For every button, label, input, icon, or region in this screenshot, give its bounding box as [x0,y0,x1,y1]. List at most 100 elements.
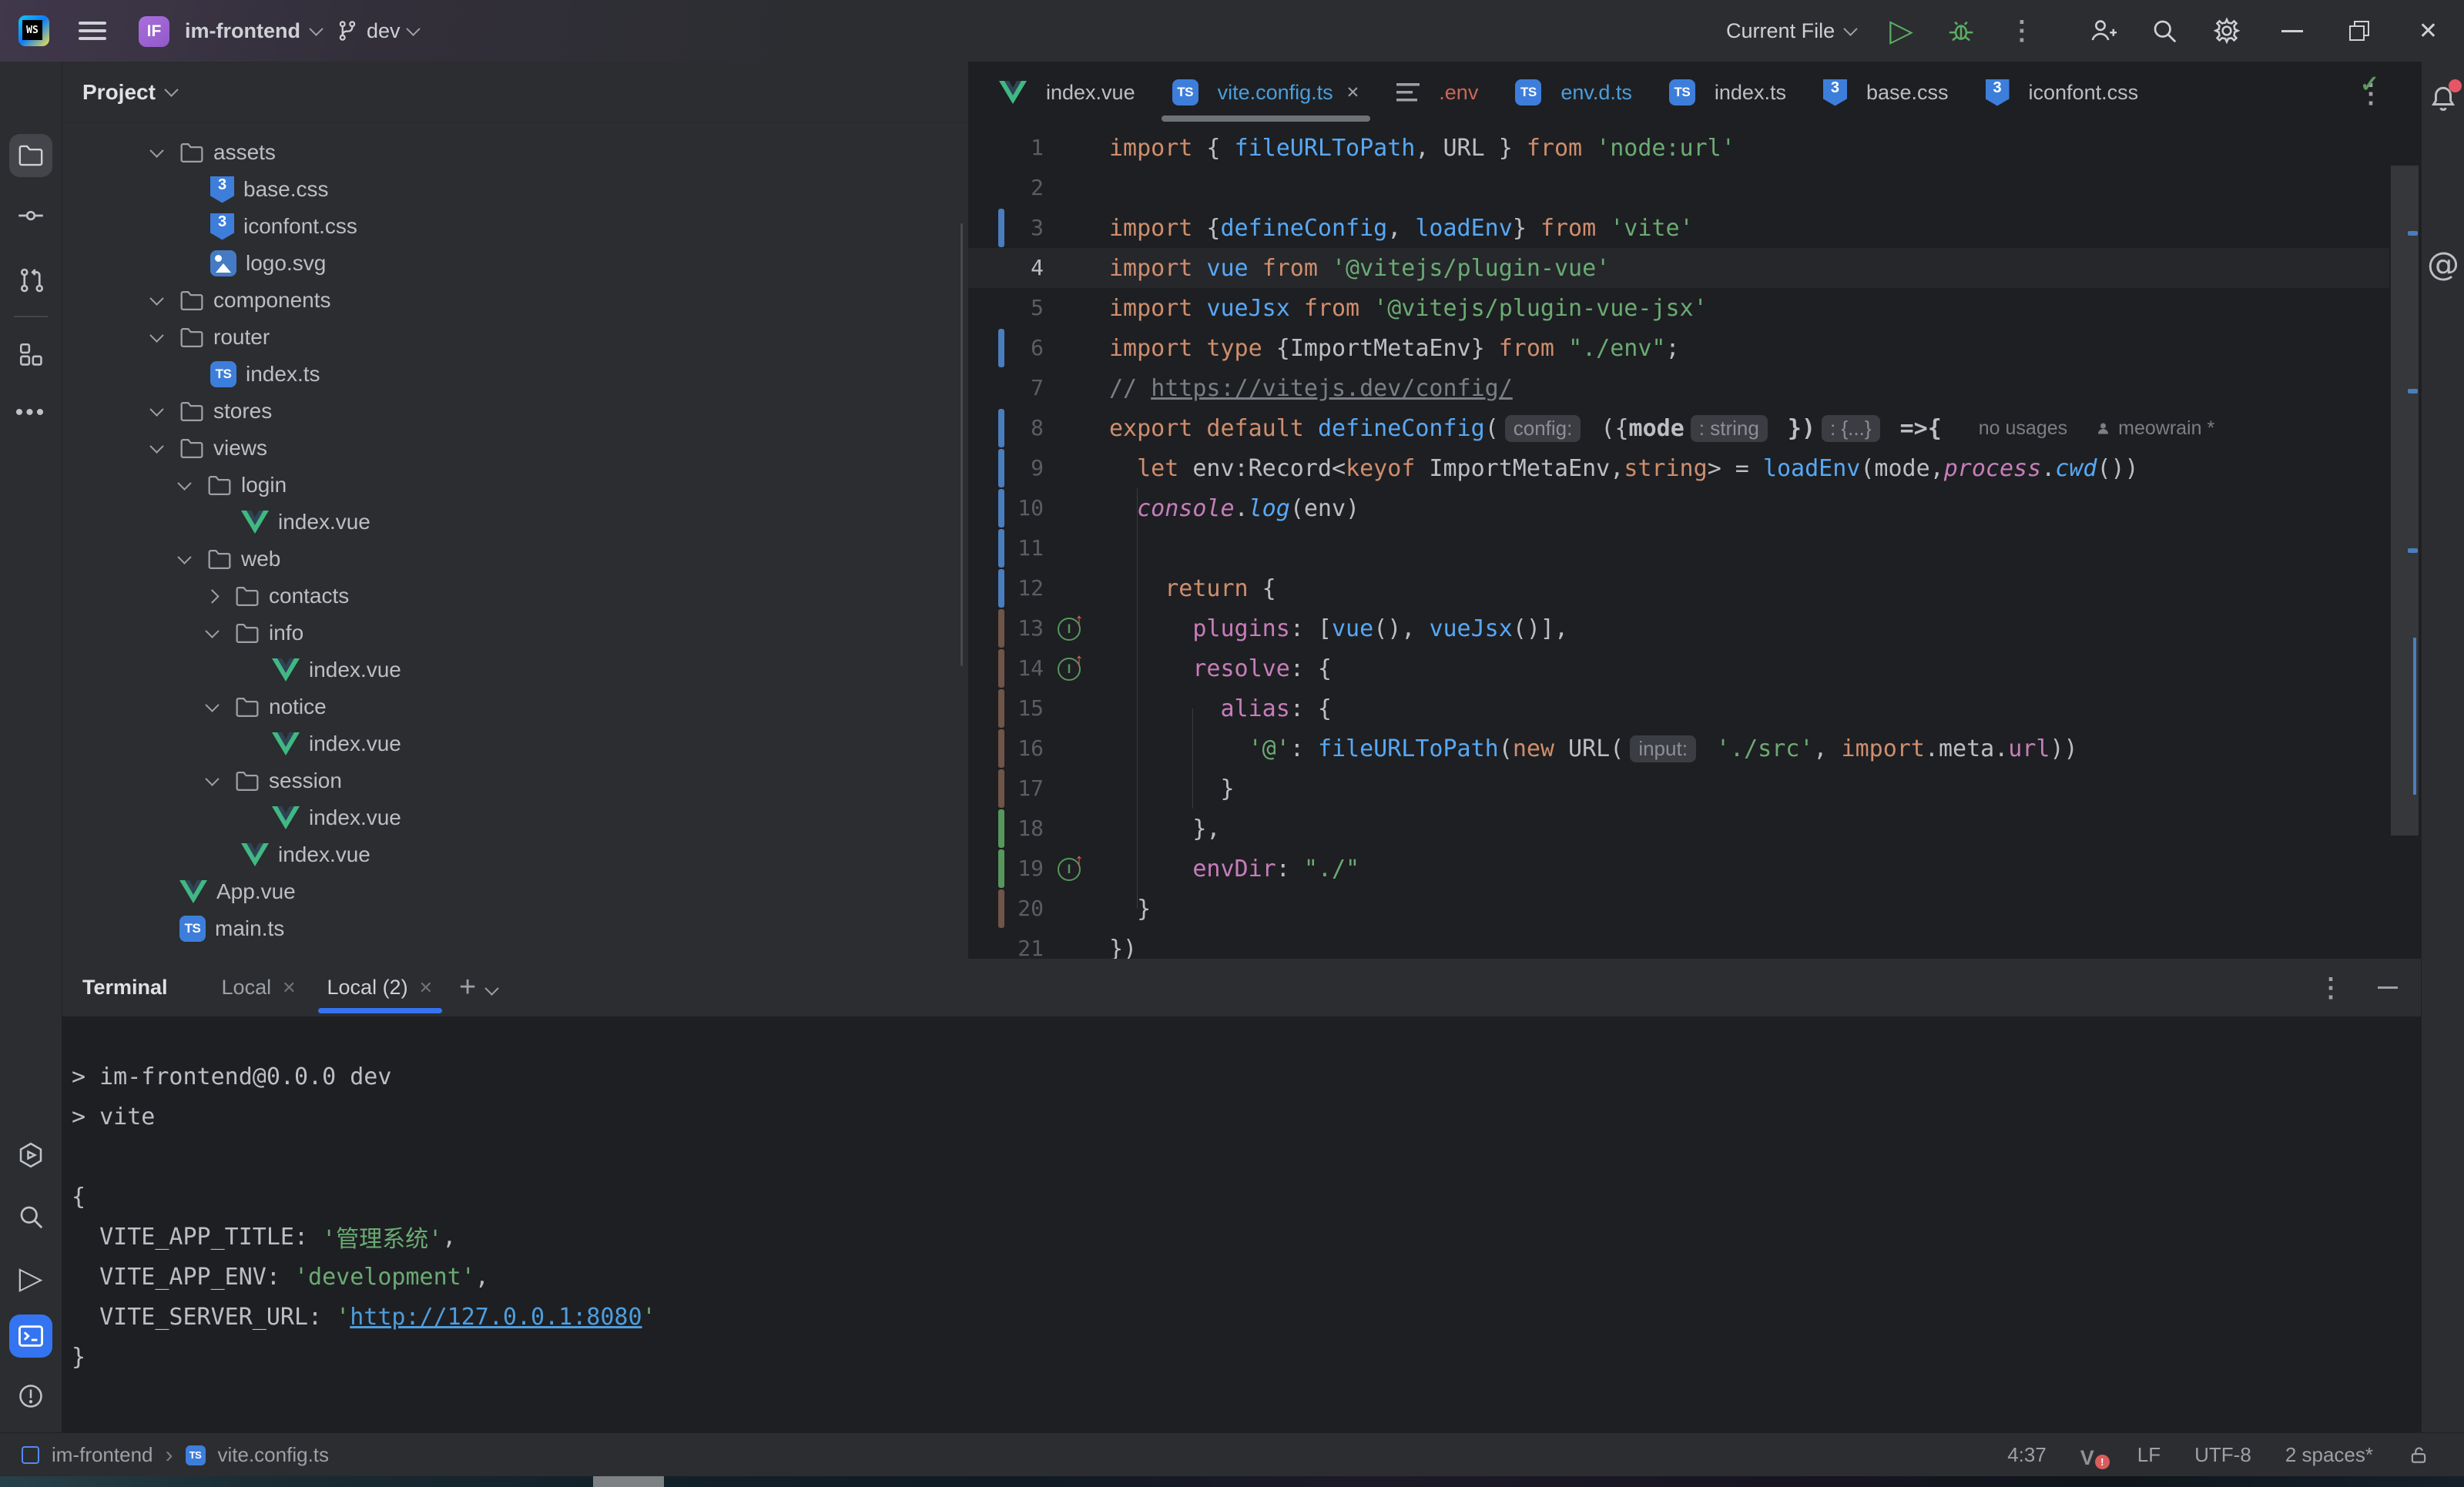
find-tool-button[interactable] [9,1195,52,1238]
tree-item-assets[interactable]: assets [62,134,968,171]
chevron-down-icon[interactable] [152,407,179,417]
run-configuration-selector[interactable]: Current File [1709,0,1872,62]
code-line-9[interactable]: 9 let env:Record<keyof ImportMetaEnv,str… [968,448,2389,488]
notifications-button[interactable] [2426,82,2460,116]
line-number[interactable]: 7 [976,368,1044,408]
code-line-8[interactable]: 8export default defineConfig(config: ({m… [968,408,2389,448]
run-button[interactable]: ▷ [1872,0,1930,62]
tab-base-css[interactable]: 3base.css [1805,62,1967,123]
tree-item-info[interactable]: info [62,615,968,651]
line-number[interactable]: 1 [976,128,1044,168]
line-number[interactable]: 2 [976,168,1044,208]
code-line-17[interactable]: 17 } [968,769,2389,809]
more-actions-menu[interactable]: ⋮ [1992,0,2052,62]
search-everywhere-button[interactable] [2134,0,2195,62]
tree-item-main-ts[interactable]: TSmain.ts [62,910,968,947]
status-breadcrumb[interactable]: im-frontend › TS vite.config.ts [22,1442,329,1469]
line-number[interactable]: 5 [976,288,1044,328]
tree-item-index-ts[interactable]: TSindex.ts [62,356,968,393]
code-line-13[interactable]: 13I↑ plugins: [vue(), vueJsx()], [968,608,2389,648]
line-number[interactable]: 9 [976,448,1044,488]
chevron-down-icon[interactable] [152,148,179,158]
chevron-down-icon[interactable] [179,554,207,564]
code-line-10[interactable]: 10 console.log(env) [968,488,2389,528]
settings-button[interactable] [2195,0,2258,62]
terminal-tab-dropdown[interactable] [487,973,497,1003]
indent-widget[interactable]: 2 spaces* [2285,1443,2373,1467]
tree-item-index-vue[interactable]: index.vue [62,725,968,762]
tree-item-logo-svg[interactable]: logo.svg [62,245,968,282]
ai-assistant-button[interactable]: @ [2427,245,2459,283]
terminal-options-menu[interactable]: ⋮ [2318,973,2344,1003]
vue-error-widget[interactable]: V ! [2080,1446,2104,1465]
line-number[interactable]: 16 [976,728,1044,769]
code-line-2[interactable]: 2 [968,168,2389,208]
main-menu-icon[interactable] [79,22,106,42]
project-widget[interactable]: im-frontend [185,0,321,62]
inspections-ok-icon[interactable]: ✓ [2360,71,2379,98]
tree-item-router[interactable]: router [62,319,968,356]
tree-item-app-vue[interactable]: App.vue [62,873,968,910]
close-tab-icon[interactable]: ✕ [419,978,433,998]
line-number[interactable]: 18 [976,809,1044,849]
code-with-me-button[interactable] [2052,0,2134,62]
project-tool-button[interactable] [9,134,52,177]
tree-item-contacts[interactable]: contacts [62,578,968,615]
terminal-tool-button[interactable] [9,1315,52,1358]
line-number[interactable]: 12 [976,568,1044,608]
code-line-4[interactable]: 4import vue from '@vitejs/plugin-vue' [968,248,2389,288]
chevron-down-icon[interactable] [207,628,235,638]
tab-iconfont-css[interactable]: 3iconfont.css [1967,62,2157,123]
readonly-toggle[interactable] [2407,1444,2430,1467]
line-number[interactable]: 4 [976,248,1044,288]
tree-item-iconfont-css[interactable]: 3iconfont.css [62,208,968,245]
tree-item-web[interactable]: web [62,541,968,578]
chevron-right-icon[interactable] [207,591,235,601]
chevron-down-icon[interactable] [152,444,179,454]
line-number[interactable]: 17 [976,769,1044,809]
code-line-19[interactable]: 19I↑ envDir: "./" [968,849,2389,889]
line-number[interactable]: 3 [976,208,1044,248]
line-number[interactable]: 11 [976,528,1044,568]
hide-terminal-button[interactable] [2378,986,2398,989]
code-line-20[interactable]: 20 } [968,889,2389,929]
change-mark[interactable] [2408,231,2418,236]
commit-tool-button[interactable] [9,194,52,237]
line-number[interactable]: 6 [976,328,1044,368]
structure-tool-button[interactable] [9,333,52,376]
code-line-14[interactable]: 14I↑ resolve: { [968,648,2389,688]
tree-item-index-vue[interactable]: index.vue [62,799,968,836]
close-tab-icon[interactable]: ✕ [1346,83,1360,102]
line-number[interactable]: 15 [976,688,1044,728]
tab-env-d-ts[interactable]: TSenv.d.ts [1497,62,1651,123]
line-number[interactable]: 8 [976,408,1044,448]
encoding-widget[interactable]: UTF-8 [2194,1443,2251,1467]
tree-item-components[interactable]: components [62,282,968,319]
code-line-18[interactable]: 18 }, [968,809,2389,849]
chevron-down-icon[interactable] [152,296,179,306]
project-tree-scrollbar[interactable] [960,223,963,666]
code-vision-usages[interactable]: no usages [1979,417,2067,440]
code-line-16[interactable]: 16 '@': fileURLToPath(new URL(input: './… [968,728,2389,769]
minimize-button[interactable] [2258,0,2326,62]
branch-widget[interactable]: dev [336,0,418,62]
caret-position[interactable]: 4:37 [2007,1443,2047,1467]
more-tool-windows-button[interactable]: ••• [9,391,52,434]
project-panel-header[interactable]: Project [62,62,968,123]
tab-index-vue[interactable]: index.vue [981,62,1154,123]
chevron-down-icon[interactable] [207,702,235,712]
tree-item-index-vue[interactable]: index.vue [62,836,968,873]
code-line-12[interactable]: 12 return { [968,568,2389,608]
tree-item-stores[interactable]: stores [62,393,968,430]
code-vision-author[interactable]: meowrain * [2095,417,2214,440]
gutter-type-hint-icon[interactable]: I↑ [1058,655,1093,682]
code-line-3[interactable]: 3import {defineConfig, loadEnv} from 'vi… [968,208,2389,248]
run-tool-button[interactable]: ▷ [9,1257,52,1300]
tree-item-index-vue[interactable]: index.vue [62,504,968,541]
problems-tool-button[interactable] [9,1375,52,1418]
line-number[interactable]: 19 [976,849,1044,889]
pull-requests-tool-button[interactable] [9,259,52,302]
code-line-5[interactable]: 5import vueJsx from '@vitejs/plugin-vue-… [968,288,2389,328]
project-avatar[interactable]: IF [139,16,169,47]
tree-item-base-css[interactable]: 3base.css [62,171,968,208]
